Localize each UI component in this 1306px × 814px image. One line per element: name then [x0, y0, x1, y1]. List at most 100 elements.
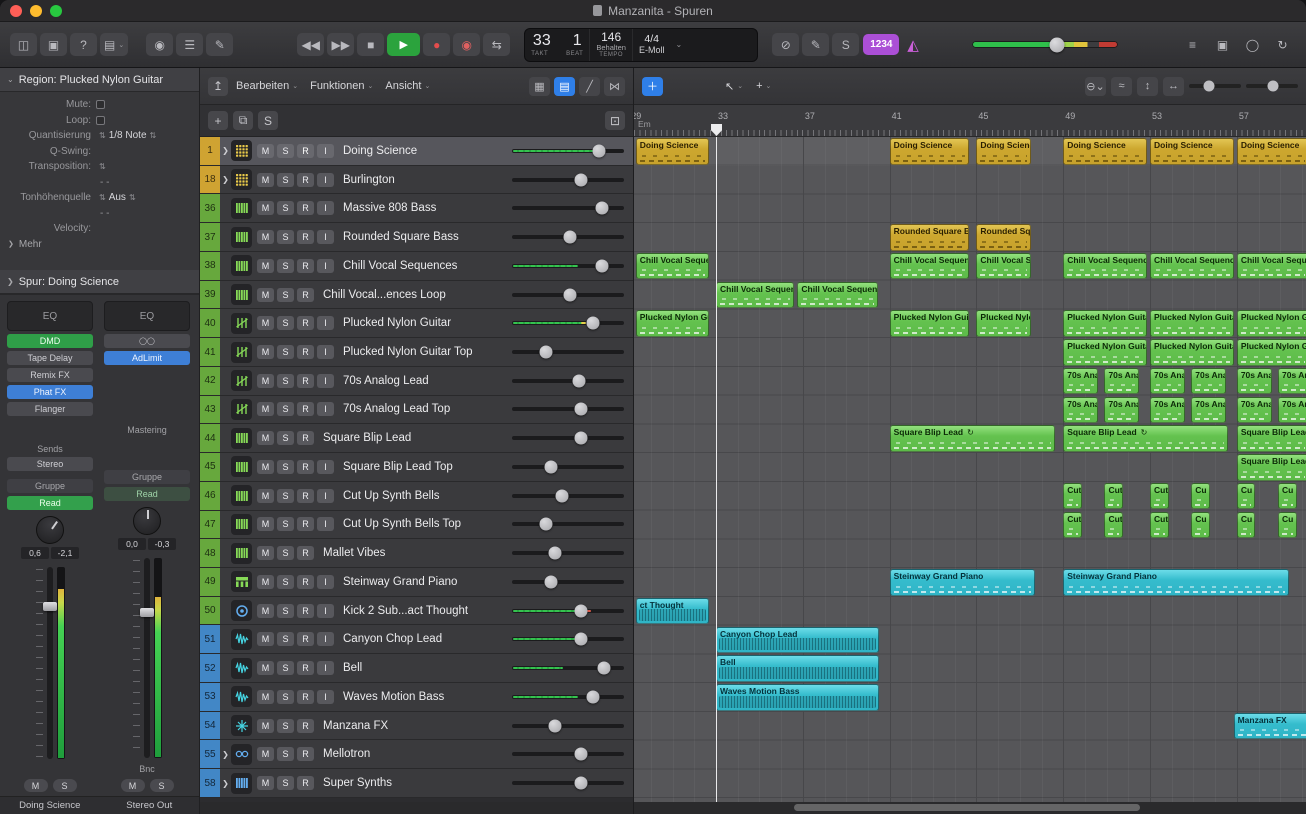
zoom-window-button[interactable] — [50, 5, 62, 17]
record-enable-button[interactable]: R — [297, 575, 314, 589]
mute-button[interactable]: M — [257, 604, 274, 618]
track-volume-slider[interactable] — [512, 482, 624, 510]
record-enable-button[interactable]: R — [297, 144, 314, 158]
playhead-line[interactable] — [716, 137, 717, 802]
track-volume-slider[interactable] — [512, 597, 624, 625]
mute-button[interactable]: M — [257, 402, 274, 416]
volume-thumb[interactable] — [595, 202, 608, 215]
record-enable-button[interactable]: R — [297, 776, 314, 790]
parameter-checkbox[interactable] — [96, 100, 105, 109]
track-row[interactable]: 37MSRIRounded Square Bass — [200, 223, 633, 252]
region[interactable]: Chill Vocal Sequences — [636, 253, 709, 280]
record-enable-button[interactable]: R — [297, 230, 314, 244]
track-row[interactable]: 49MSRISteinway Grand Piano — [200, 568, 633, 597]
record-enable-button[interactable]: R — [297, 719, 314, 733]
record-enable-button[interactable]: R — [297, 345, 314, 359]
record-enable-button[interactable]: R — [297, 316, 314, 330]
track-volume-slider[interactable] — [512, 511, 624, 539]
region[interactable]: 70s Analog Lead — [1063, 397, 1098, 424]
record-enable-button[interactable]: R — [297, 259, 314, 273]
plugin-slot-tape-delay[interactable]: Tape Delay — [7, 351, 93, 365]
region[interactable]: Cut — [1104, 512, 1123, 539]
track-row[interactable]: 1❯MSRIDoing Science — [200, 137, 633, 166]
count-in-button[interactable]: 1234 — [863, 34, 899, 55]
volume-thumb[interactable] — [539, 518, 552, 531]
track-volume-slider[interactable] — [512, 654, 624, 682]
volume-thumb[interactable] — [597, 662, 610, 675]
mute-button[interactable]: M — [257, 575, 274, 589]
solo-button[interactable]: S — [53, 779, 77, 792]
region[interactable]: Cu — [1191, 483, 1210, 510]
mute-button[interactable]: M — [257, 345, 274, 359]
pan-knob[interactable]: 0,6-2,1 — [7, 516, 93, 559]
record-enable-button[interactable]: R — [297, 661, 314, 675]
mixer-button[interactable]: ☰ — [176, 33, 203, 56]
group-slot[interactable]: Gruppe — [104, 470, 190, 484]
region[interactable]: 70s Analog Lead — [1191, 397, 1226, 424]
region[interactable]: Square Blip Lead — [1237, 425, 1306, 452]
mute-button[interactable]: M — [257, 316, 274, 330]
region[interactable]: Chill Vocal Sequences — [1150, 253, 1234, 280]
note-pads-button[interactable]: ▣ — [1209, 33, 1236, 56]
automation-pencil-button[interactable]: ✎ — [802, 33, 829, 56]
input-monitor-button[interactable]: I — [317, 144, 334, 158]
add-track-button[interactable]: + — [208, 111, 228, 130]
region[interactable]: Cu — [1237, 483, 1256, 510]
mute-button[interactable]: M — [257, 173, 274, 187]
solo-button[interactable]: S — [277, 661, 294, 675]
region[interactable]: Plucked Nylon Guitar — [1237, 310, 1306, 337]
solo-button[interactable]: S — [277, 230, 294, 244]
track-volume-slider[interactable] — [512, 281, 624, 309]
disclosure-icon[interactable]: ❯ — [220, 750, 231, 759]
track-volume-slider[interactable] — [512, 740, 624, 768]
volume-thumb[interactable] — [548, 547, 561, 560]
track-volume-slider[interactable] — [512, 194, 624, 222]
region[interactable]: Plucked Nylon Guitar — [1237, 339, 1306, 366]
volume-thumb[interactable] — [586, 317, 599, 330]
track-row[interactable]: 53MSRIWaves Motion Bass — [200, 683, 633, 712]
solo-button[interactable]: S — [277, 144, 294, 158]
disclosure-icon[interactable]: ❯ — [220, 146, 231, 155]
record-enable-button[interactable]: R — [297, 374, 314, 388]
horizontal-zoom-slider-thumb[interactable] — [1268, 81, 1279, 92]
region[interactable]: 70s Analog Lead — [1237, 397, 1272, 424]
plugin-slot-remix-fx[interactable]: Remix FX — [7, 368, 93, 382]
region[interactable]: Doing Science — [636, 138, 709, 165]
solo-button[interactable]: S — [277, 776, 294, 790]
region[interactable]: Plucked Nylon Guitar — [1150, 339, 1234, 366]
region[interactable]: Plucked Nylon Guitar — [1063, 339, 1147, 366]
mute-button[interactable]: M — [121, 779, 145, 792]
region[interactable]: Chill Vocal Sequences — [716, 282, 794, 309]
more-disclosure[interactable]: ❯Mehr — [0, 239, 42, 250]
track-row[interactable]: 51MSRICanyon Chop Lead — [200, 625, 633, 654]
solo-button[interactable]: S — [277, 546, 294, 560]
plugin-slot-phat-fx[interactable]: Phat FX — [7, 385, 93, 399]
duplicate-track-button[interactable]: ⧉ — [233, 111, 253, 130]
record-enable-button[interactable]: R — [297, 604, 314, 618]
menu-funktionen[interactable]: Funktionen⌄ — [306, 78, 377, 94]
record-enable-button[interactable]: R — [297, 173, 314, 187]
horizontal-zoom-slider[interactable] — [1246, 84, 1298, 88]
knob-dial[interactable] — [31, 511, 70, 550]
mute-button[interactable]: M — [257, 201, 274, 215]
region[interactable]: 70s Analog Lead — [1191, 368, 1226, 395]
region[interactable]: Cu — [1191, 512, 1210, 539]
region-inspector-header[interactable]: ⌄ Region: Plucked Nylon Guitar — [0, 68, 199, 92]
track-row[interactable]: 45MSRISquare Blip Lead Top — [200, 453, 633, 482]
mute-button[interactable]: M — [257, 489, 274, 503]
solo-button[interactable]: S — [277, 747, 294, 761]
volume-thumb[interactable] — [586, 690, 599, 703]
record-enable-button[interactable]: R — [297, 517, 314, 531]
input-monitor-button[interactable]: I — [317, 201, 334, 215]
stepper-icon[interactable]: ⇅ — [99, 193, 106, 202]
region[interactable]: Plucked Nylon Guitar — [890, 310, 969, 337]
solo-mode-button[interactable]: S — [832, 33, 859, 56]
mute-button[interactable]: M — [257, 747, 274, 761]
track-row[interactable]: 52MSRIBell — [200, 654, 633, 683]
track-volume-slider[interactable] — [512, 252, 624, 280]
region[interactable]: Doing Science — [1150, 138, 1234, 165]
region[interactable]: Plucked Nylon Guitar — [1150, 310, 1234, 337]
solo-button[interactable]: S — [150, 779, 174, 792]
volume-thumb[interactable] — [548, 719, 561, 732]
input-monitor-button[interactable]: I — [317, 517, 334, 531]
